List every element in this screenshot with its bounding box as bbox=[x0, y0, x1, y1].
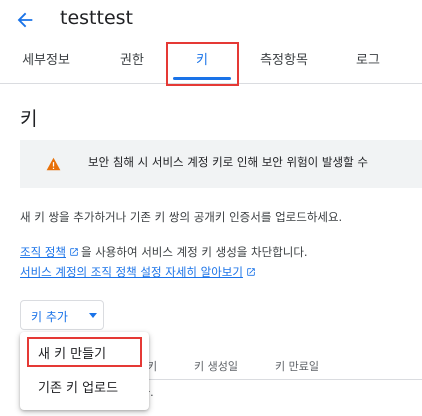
external-link-icon bbox=[247, 268, 255, 276]
header: testtest bbox=[0, 0, 422, 40]
warning-banner: 보안 침해 시 서비스 계정 키로 인해 보안 위험이 발생할 수 bbox=[20, 140, 422, 188]
create-key-highlight bbox=[27, 337, 142, 367]
page-title: testtest bbox=[60, 7, 133, 29]
tab-metrics[interactable]: 측정항목 bbox=[248, 40, 320, 84]
add-key-button[interactable]: 키 추가 bbox=[20, 300, 104, 330]
warning-icon bbox=[46, 157, 61, 171]
tab-logs[interactable]: 로그 bbox=[342, 40, 394, 84]
learn-more-link[interactable]: 서비스 계정의 조직 정책 설정 자세히 알아보기 bbox=[20, 265, 243, 279]
org-policy-link[interactable]: 조직 정책 bbox=[20, 245, 66, 259]
tab-permissions[interactable]: 권한 bbox=[106, 40, 158, 84]
policy-line: 조직 정책 을 사용하여 서비스 계정 키 생성을 차단합니다. bbox=[20, 244, 308, 260]
add-key-label: 키 추가 bbox=[31, 310, 68, 324]
back-arrow-icon[interactable] bbox=[14, 9, 36, 31]
add-key-menu: 새 키 만들기 기존 키 업로드 bbox=[20, 332, 149, 410]
tab-keys-highlight bbox=[166, 42, 239, 86]
warning-text: 보안 침해 시 서비스 계정 키로 인해 보안 위험이 발생할 수 bbox=[88, 155, 368, 169]
menu-item-upload-existing-key[interactable]: 기존 키 업로드 bbox=[20, 372, 149, 400]
caret-down-icon bbox=[89, 313, 97, 318]
section-title: 키 bbox=[20, 108, 38, 130]
menu-item-label: 기존 키 업로드 bbox=[38, 381, 119, 396]
column-expires: 키 만료일 bbox=[275, 360, 319, 373]
learn-more-line: 서비스 계정의 조직 정책 설정 자세히 알아보기 bbox=[20, 264, 258, 280]
tab-details[interactable]: 세부정보 bbox=[10, 40, 82, 84]
column-created: 키 생성일 bbox=[194, 360, 238, 373]
description-text: 새 키 쌍을 추가하거나 기존 키 쌍의 공개키 인증서를 업로드하세요. bbox=[20, 210, 343, 224]
policy-text: 을 사용하여 서비스 계정 키 생성을 차단합니다. bbox=[80, 245, 308, 259]
external-link-icon bbox=[70, 248, 78, 256]
